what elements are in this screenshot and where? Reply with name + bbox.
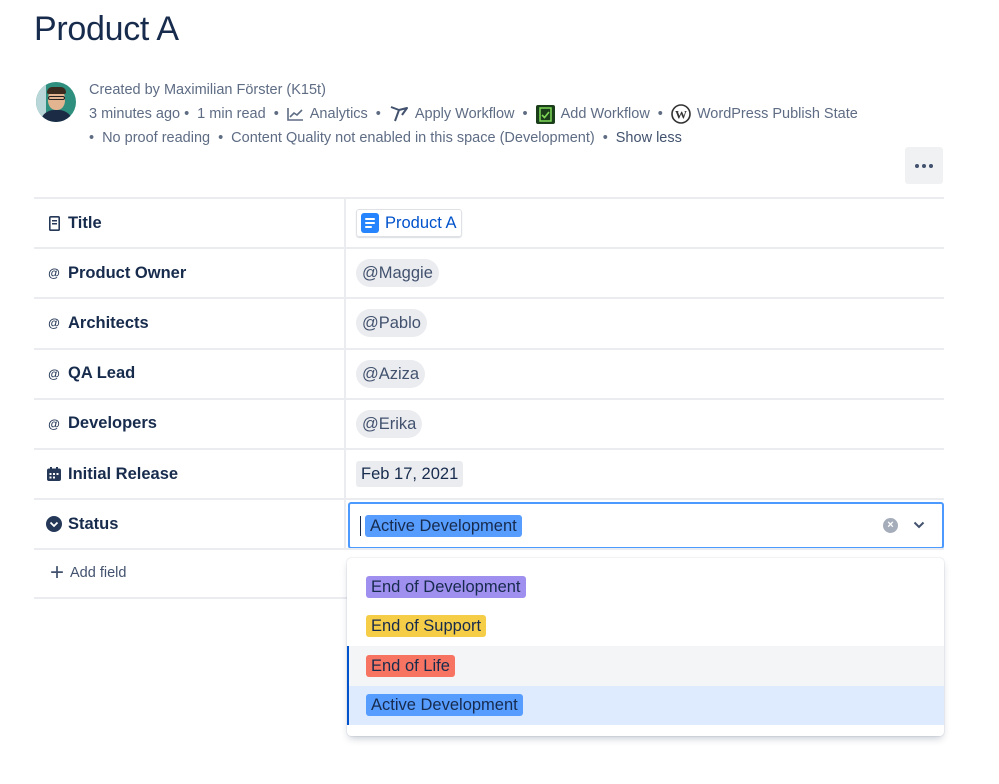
field-label: QA Lead <box>68 364 136 383</box>
field-label: Developers <box>68 414 157 433</box>
mention-icon: @ <box>48 316 60 331</box>
clear-icon[interactable]: × <box>883 518 898 534</box>
calendar-icon <box>46 467 62 482</box>
chevron-circle-icon <box>46 516 62 533</box>
add-field-label: Add field <box>70 565 127 582</box>
page-properties-table: Title Product A @ Product Owner @Maggie … <box>34 197 944 599</box>
text-cursor <box>360 515 361 536</box>
mention-icon: @ <box>48 266 60 281</box>
workflow-icon <box>389 105 409 123</box>
dropdown-option[interactable]: Active Development <box>347 685 944 725</box>
more-icon <box>915 163 919 168</box>
analytics-link[interactable]: Analytics <box>310 102 368 126</box>
separator-dot: • <box>657 106 663 122</box>
user-mention[interactable]: @Erika <box>356 409 423 438</box>
page-link-text: Product A <box>385 213 457 232</box>
separator-dot: • <box>522 106 528 122</box>
field-row-architects: @ Architects @Pablo <box>34 297 944 348</box>
separator-dot: • <box>273 106 279 122</box>
option-lozenge: End of Life <box>366 654 455 677</box>
line-chart-icon <box>286 107 304 121</box>
svg-text:W: W <box>675 108 687 122</box>
separator-dot: • <box>218 130 224 146</box>
field-label: Status <box>68 514 119 533</box>
dropdown-option[interactable]: End of Development <box>347 567 944 607</box>
add-field-button[interactable]: + Add field <box>34 550 126 596</box>
separator-dot: • <box>602 130 608 146</box>
field-row-initial-release: Initial Release Feb 17, 2021 <box>34 447 944 499</box>
option-lozenge: End of Support <box>366 615 487 638</box>
show-less-button[interactable]: Show less <box>616 126 682 150</box>
field-row-developers: @ Developers @Erika <box>34 397 944 448</box>
option-lozenge: End of Development <box>366 575 526 598</box>
status-lozenge: Active Development <box>365 514 522 537</box>
page-icon <box>46 215 62 231</box>
add-workflow-link[interactable]: Add Workflow <box>561 102 650 126</box>
field-label: Title <box>68 213 102 232</box>
created-by[interactable]: Created by Maximilian Förster (K15t) <box>89 78 326 102</box>
user-mention[interactable]: @Maggie <box>356 259 439 288</box>
field-row-status: Status Active Development × <box>34 498 944 550</box>
content-quality-status[interactable]: Content Quality not enabled in this spac… <box>231 126 595 150</box>
chevron-down-icon[interactable] <box>911 517 927 533</box>
user-mention[interactable]: @Aziza <box>356 359 426 388</box>
wordpress-icon: W <box>671 104 691 124</box>
page-title: Product A <box>34 10 179 48</box>
field-label: Architects <box>68 313 149 332</box>
separator-dot: • <box>184 106 190 122</box>
proof-reading-status[interactable]: No proof reading <box>102 126 210 150</box>
date-value[interactable]: Feb 17, 2021 <box>356 461 464 488</box>
field-row-product-owner: @ Product Owner @Maggie <box>34 247 944 298</box>
separator-dot: • <box>89 130 95 146</box>
wordpress-publish-state-link[interactable]: WordPress Publish State <box>697 102 858 126</box>
user-mention[interactable]: @Pablo <box>356 309 427 338</box>
read-time: 1 min read <box>197 106 266 122</box>
field-row-title: Title Product A <box>34 197 944 248</box>
document-icon <box>361 213 379 234</box>
apply-workflow-link[interactable]: Apply Workflow <box>415 102 515 126</box>
mention-icon: @ <box>48 416 60 431</box>
more-actions-button[interactable] <box>905 147 943 184</box>
field-label: Product Owner <box>68 263 187 282</box>
dropdown-option[interactable]: End of Life <box>347 646 944 686</box>
status-select[interactable]: Active Development × <box>348 502 944 550</box>
separator-dot: • <box>375 106 381 122</box>
avatar[interactable] <box>36 82 76 122</box>
plus-icon: + <box>50 559 65 587</box>
field-label: Initial Release <box>68 464 179 483</box>
document-check-icon <box>535 104 555 124</box>
field-row-qa-lead: @ QA Lead @Aziza <box>34 347 944 398</box>
option-lozenge: Active Development <box>366 694 523 717</box>
dropdown-option[interactable]: End of Support <box>347 607 944 647</box>
status-dropdown-menu: End of Development End of Support End of… <box>347 558 944 736</box>
page-link[interactable]: Product A <box>356 209 462 238</box>
mention-icon: @ <box>48 366 60 381</box>
time-ago[interactable]: 3 minutes ago <box>89 102 180 126</box>
